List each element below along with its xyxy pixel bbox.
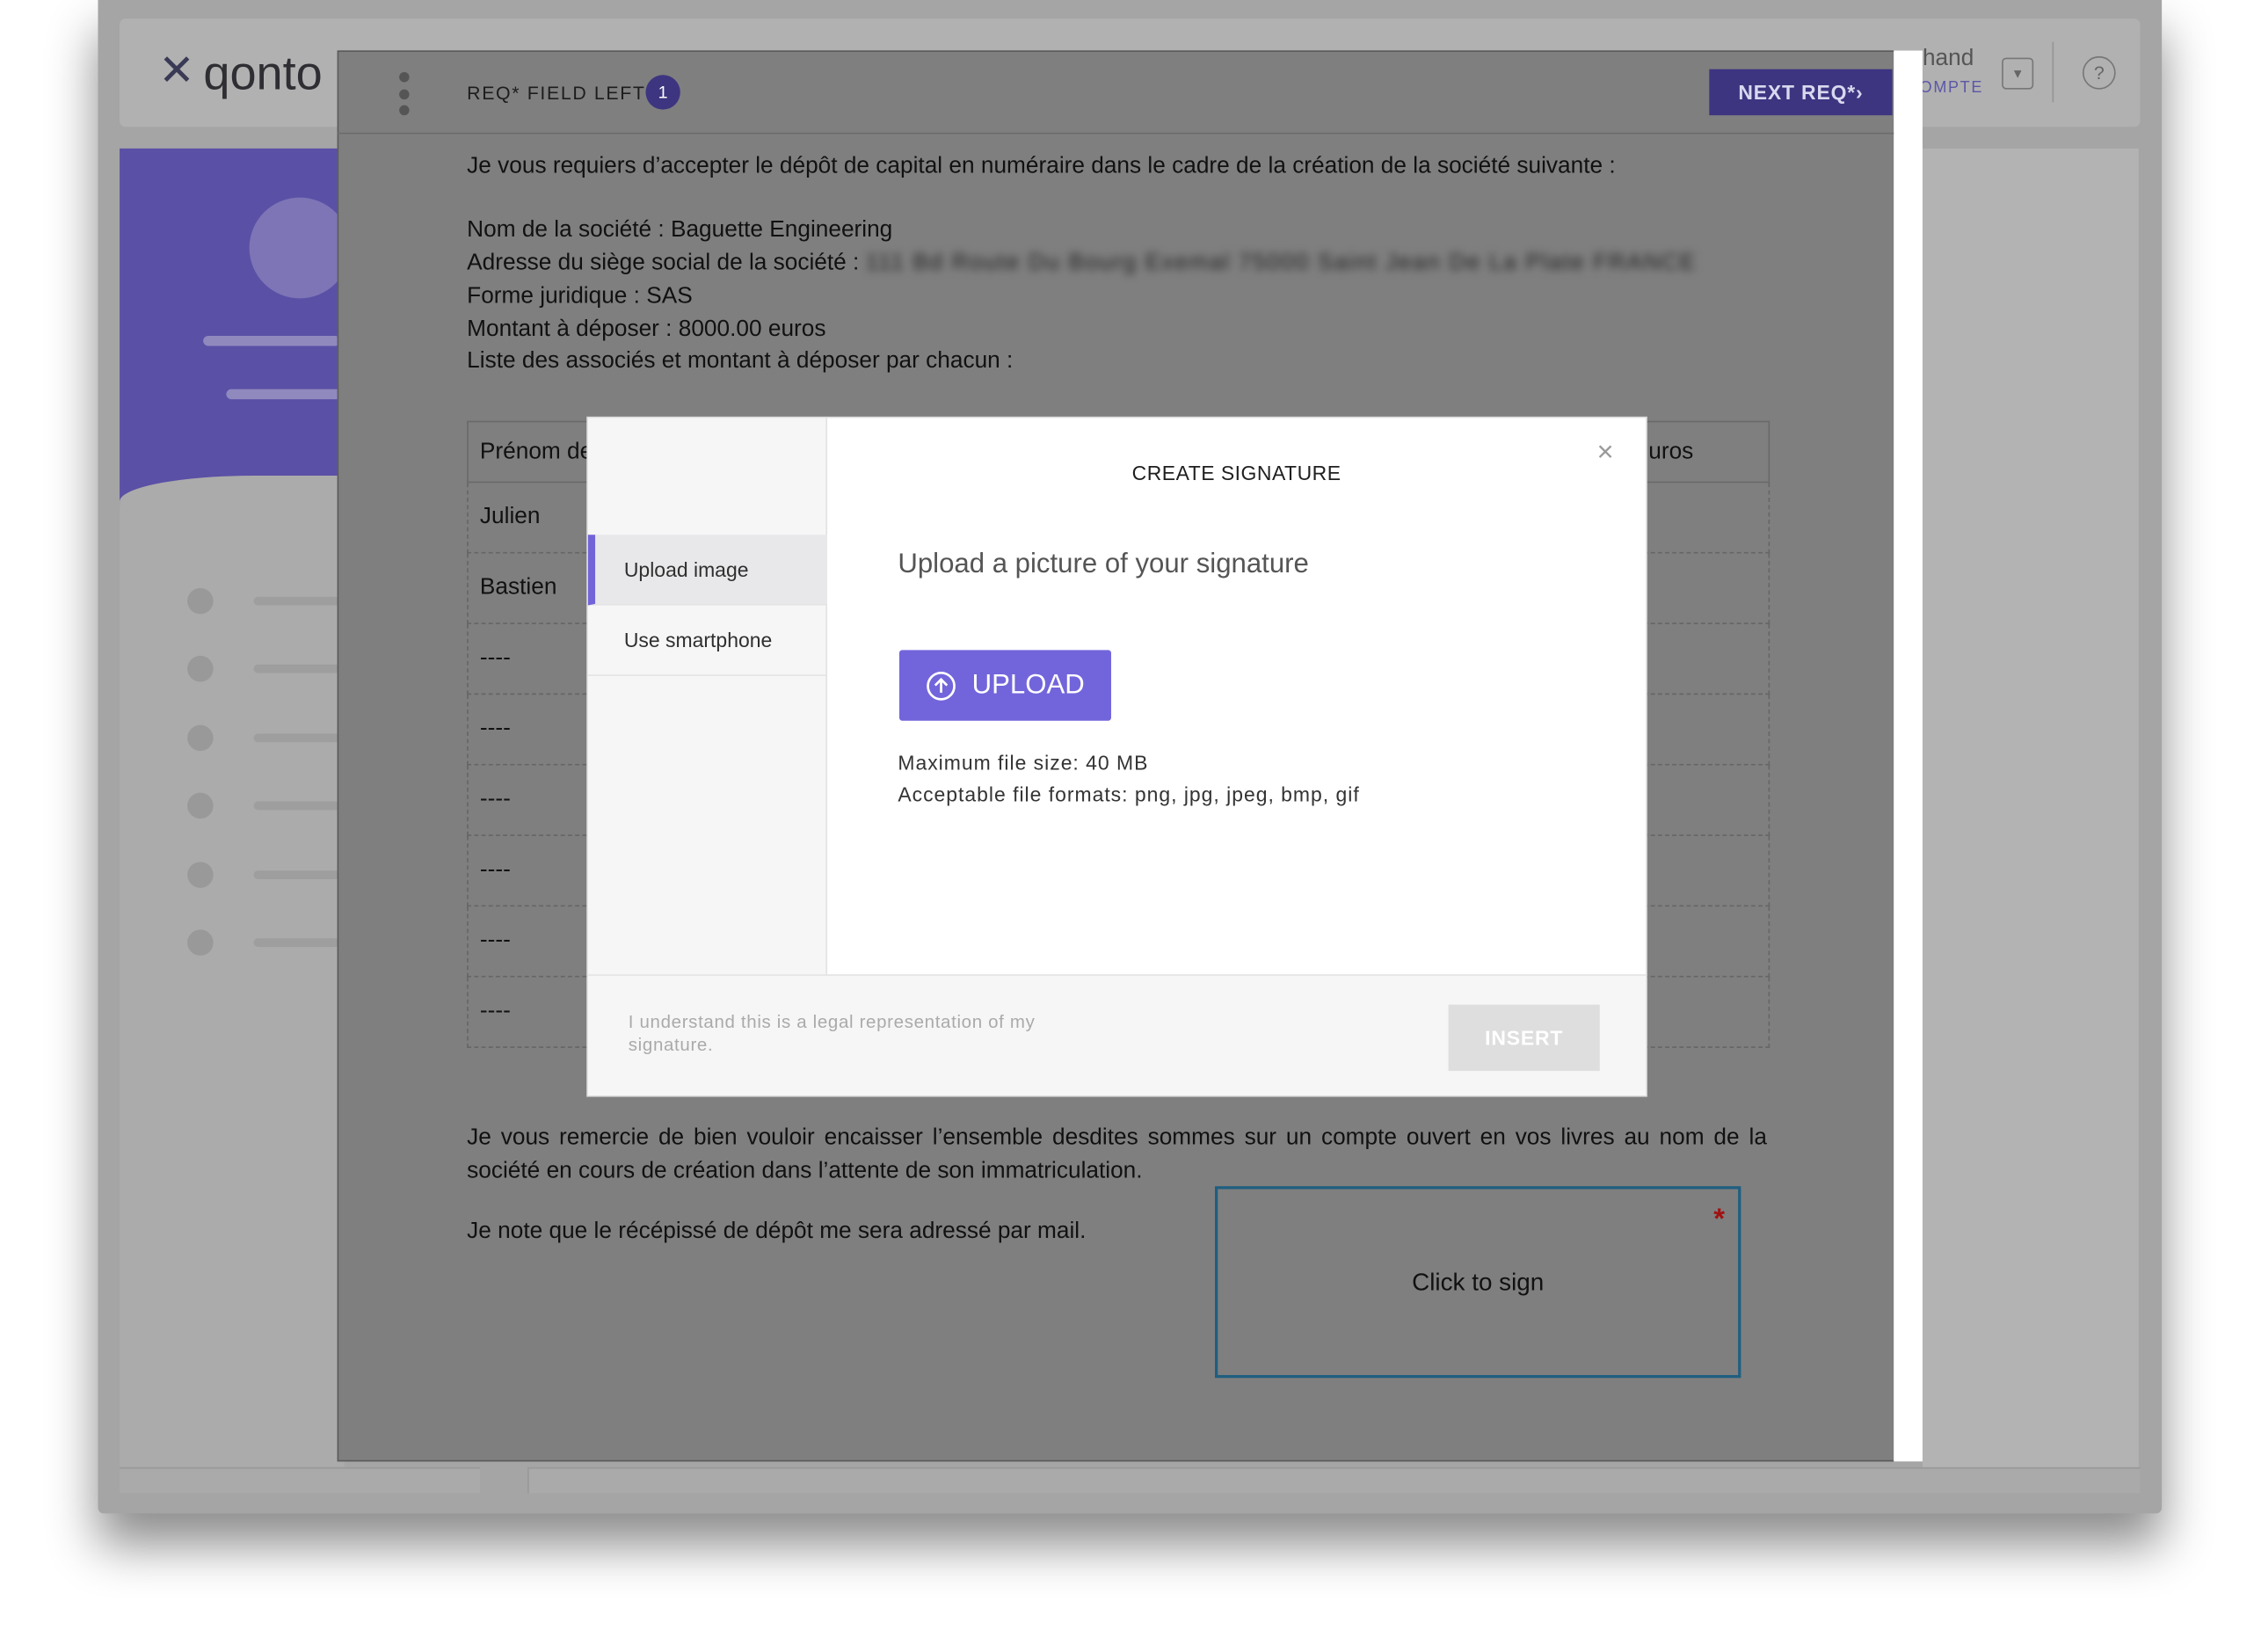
help-icon[interactable]: ? — [2082, 55, 2116, 90]
user-name: hand — [1922, 46, 1974, 71]
create-signature-modal: Upload image Use smartphone CREATE SIGNA… — [587, 418, 1647, 1095]
logo-text: qonto — [203, 45, 323, 99]
topbar-divider — [2052, 41, 2054, 103]
sidebar-nav-dot[interactable] — [187, 792, 214, 819]
doc-partners-intro: Liste des associés et montant à déposer … — [467, 348, 1014, 374]
sidebar-nav-bar[interactable] — [253, 733, 340, 743]
menu-kebab-icon[interactable] — [397, 71, 409, 116]
sign-field-label: Click to sign — [1412, 1267, 1545, 1296]
right-panel — [1922, 148, 2139, 1467]
click-to-sign-field[interactable]: Click to sign — [1215, 1186, 1741, 1379]
sidebar-nav-bar[interactable] — [253, 938, 340, 948]
required-fields-label: REQ* FIELD LEFT — [467, 82, 646, 105]
bottom-strip — [527, 1466, 2141, 1494]
doc-amount: Montant à déposer : 8000.00 euros — [467, 317, 826, 342]
modal-tab-list: Upload image Use smartphone — [587, 418, 828, 975]
next-required-button[interactable]: NEXT REQ*› — [1709, 69, 1893, 116]
sidebar-nav-bar[interactable] — [253, 870, 340, 880]
modal-title: CREATE SIGNATURE — [1131, 461, 1341, 484]
sidebar-nav-bar[interactable] — [253, 664, 340, 673]
modal-subtitle: Upload a picture of your signature — [898, 549, 1309, 580]
insert-button[interactable]: INSERT — [1448, 1004, 1600, 1072]
bottom-strip — [120, 1466, 480, 1494]
sidebar-nav-dot[interactable] — [187, 587, 214, 615]
hero-avatar-placeholder — [249, 197, 351, 299]
doc-company-name: Nom de la société : Baguette Engineering — [467, 217, 893, 243]
modal-footer: I understand this is a legal representat… — [587, 974, 1647, 1095]
doc-address-label: Adresse du siège social de la société : — [467, 251, 860, 276]
document-scrollbar[interactable] — [1894, 50, 1923, 1462]
upload-button[interactable]: UPLOAD — [898, 650, 1111, 721]
doc-thanks-paragraph: Je vous remercie de bien vouloir encaiss… — [467, 1125, 1767, 1183]
sidebar-nav-bar[interactable] — [253, 801, 340, 811]
required-star: * — [1713, 1203, 1726, 1235]
logo-mark-icon: ✕ — [158, 47, 195, 96]
user-account-label: OMPTE — [1919, 79, 1984, 97]
hero-line — [226, 389, 345, 400]
accepted-formats: Acceptable file formats: png, jpg, jpeg,… — [898, 782, 1360, 806]
chevron-down-icon[interactable]: ▼ — [2002, 57, 2034, 90]
upload-button-label: UPLOAD — [971, 669, 1085, 700]
doc-receipt-note: Je note que le récépissé de dépôt me ser… — [467, 1219, 1087, 1244]
tab-upload-image[interactable]: Upload image — [587, 535, 828, 606]
doc-address-value-blurred: 111 Bd Route Du Bourg Exemal 75000 Saint… — [865, 251, 1697, 276]
doc-address: Adresse du siège social de la société : … — [467, 248, 1697, 280]
sidebar-nav-dot[interactable] — [187, 862, 214, 888]
sidebar-nav-dot[interactable] — [187, 655, 214, 682]
hero-line — [203, 335, 340, 346]
doc-intro: Je vous requiers d’accepter le dépôt de … — [467, 154, 1616, 179]
qonto-logo[interactable]: ✕ qonto — [158, 43, 322, 101]
tab-use-smartphone[interactable]: Use smartphone — [587, 606, 828, 676]
screenshot-stage: ✕ qonto hand OMPTE ▼ ? REQ* FIELD LEFT 1… — [0, 0, 2254, 1652]
sidebar-nav-bar[interactable] — [253, 596, 340, 606]
sidebar-nav-dot[interactable] — [187, 724, 214, 752]
sidebar-nav-dot[interactable] — [187, 929, 214, 956]
required-count-badge: 1 — [645, 75, 680, 110]
upload-arrow-icon — [927, 671, 956, 700]
legal-disclaimer: I understand this is a legal representat… — [628, 1011, 1036, 1056]
max-file-size: Maximum file size: 40 MB — [898, 751, 1149, 775]
close-icon[interactable]: × — [1596, 437, 1613, 470]
doc-legal-form: Forme juridique : SAS — [467, 283, 693, 309]
